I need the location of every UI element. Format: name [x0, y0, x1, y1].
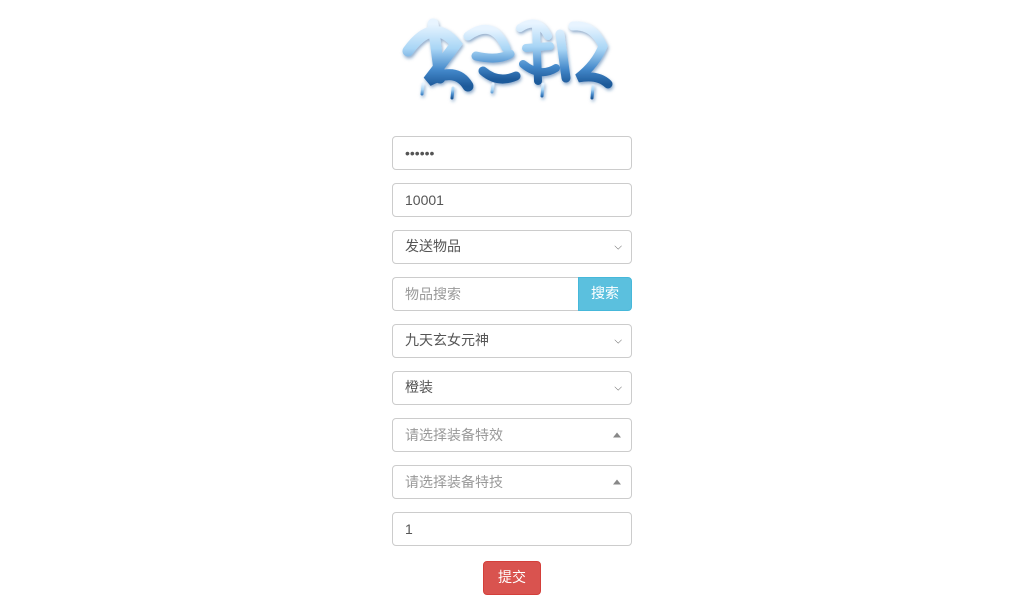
caret-up-icon	[613, 433, 621, 438]
player-id-input[interactable]	[392, 183, 632, 217]
item-select[interactable]: 九天玄女元神	[392, 324, 632, 358]
equip-effect-dropdown[interactable]: 请选择装备特效	[392, 418, 632, 452]
equip-skill-dropdown[interactable]: 请选择装备特技	[392, 465, 632, 499]
form-container: 发送物品 ⌵ 搜索 九天玄女元神 ⌵ 橙装 ⌵ 请选择装备特效	[392, 6, 632, 595]
submit-button[interactable]: 提交	[483, 561, 541, 595]
quantity-input[interactable]	[392, 512, 632, 546]
item-search-input[interactable]	[392, 277, 578, 311]
password-input[interactable]	[392, 136, 632, 170]
search-button[interactable]: 搜索	[578, 277, 632, 311]
equip-effect-placeholder: 请选择装备特效	[405, 425, 503, 445]
action-select[interactable]: 发送物品	[392, 230, 632, 264]
quality-select[interactable]: 橙装	[392, 371, 632, 405]
game-logo	[398, 6, 618, 116]
equip-skill-placeholder: 请选择装备特技	[405, 472, 503, 492]
caret-up-icon	[613, 480, 621, 485]
